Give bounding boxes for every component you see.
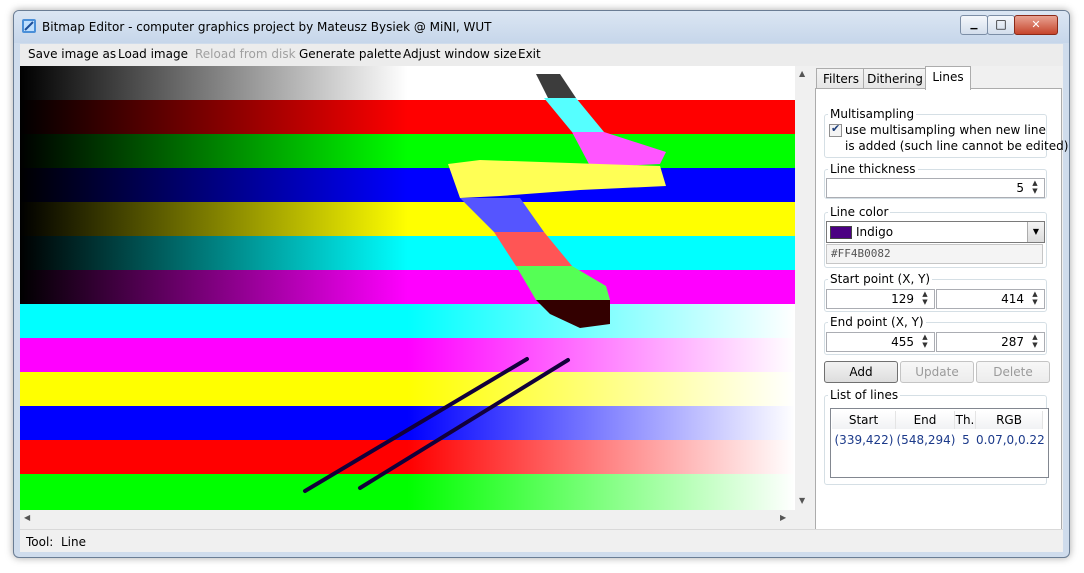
menu-bar: Save image as Load image Reload from dis… (20, 44, 1063, 67)
start-y-spinner-icon[interactable]: ▲ ▼ (1029, 290, 1041, 308)
color-name: Indigo (856, 225, 894, 239)
scroll-right-icon[interactable]: ▶ (780, 513, 786, 522)
end-y-value: 287 (1001, 335, 1024, 349)
start-x-value: 129 (891, 292, 914, 306)
start-y-input[interactable]: 414 ▲ ▼ (936, 289, 1045, 309)
stroke-segment (494, 232, 572, 266)
thickness-title: Line thickness (828, 162, 918, 176)
column-header-end[interactable]: End (896, 411, 955, 429)
start-point-group: Start point (X, Y) 129 ▲ ▼ 414 ▲ ▼ (824, 272, 1047, 312)
vertical-scrollbar[interactable]: ▲ ▼ (795, 66, 812, 510)
stroke-segment (536, 300, 610, 328)
multisampling-group: Multisampling ✔ use multisampling when n… (824, 107, 1068, 158)
delete-button[interactable]: Delete (976, 361, 1050, 383)
color-hex: #FF4B0082 (831, 247, 891, 260)
scroll-down-icon[interactable]: ▼ (799, 496, 805, 505)
stroke-segment (460, 198, 544, 232)
end-x-spinner-icon[interactable]: ▲ ▼ (919, 333, 931, 351)
end-point-group: End point (X, Y) 455 ▲ ▼ 287 ▲ ▼ (824, 315, 1047, 355)
scroll-up-icon[interactable]: ▲ (799, 69, 805, 78)
side-panel: Filters Dithering Lines Multisampling ✔ … (813, 66, 1068, 531)
row-end: (548,294) (896, 433, 956, 447)
app-icon (22, 19, 36, 33)
lines-list-group: List of lines Start End Th. RGB (339,422… (824, 388, 1049, 485)
start-x-input[interactable]: 129 ▲ ▼ (826, 289, 935, 309)
lines-tab-content: Multisampling ✔ use multisampling when n… (815, 88, 1068, 531)
chevron-down-icon[interactable]: ▼ (1027, 222, 1044, 242)
end-point-title: End point (X, Y) (828, 315, 926, 329)
drawn-line[interactable] (358, 358, 570, 490)
color-title: Line color (828, 205, 891, 219)
scroll-corner (795, 510, 812, 527)
row-rgb: 0.07,0,0.22 (976, 433, 1045, 447)
maximize-button[interactable]: □ (987, 15, 1015, 35)
column-header-start[interactable]: Start (832, 411, 896, 429)
thickness-input[interactable]: 5 ▲ ▼ (826, 178, 1045, 198)
lines-list[interactable]: Start End Th. RGB (339,422) (548,294) 5 … (830, 408, 1049, 478)
thickness-value: 5 (1016, 181, 1024, 195)
check-icon: ✔ (831, 122, 841, 135)
status-tool: Line (61, 535, 87, 549)
menu-reload: Reload from disk (195, 47, 296, 61)
stroke-segment (516, 266, 610, 300)
menu-load-image[interactable]: Load image (118, 47, 188, 61)
thickness-spinner-icon[interactable]: ▲ ▼ (1029, 179, 1041, 197)
drawn-line[interactable] (303, 357, 529, 493)
start-y-value: 414 (1001, 292, 1024, 306)
close-icon: ✕ (1031, 18, 1041, 31)
column-header-rgb[interactable]: RGB (976, 411, 1043, 429)
color-select[interactable]: Indigo ▼ (826, 221, 1045, 243)
color-hex-field[interactable]: #FF4B0082 (826, 244, 1043, 264)
tab-lines[interactable]: Lines (925, 66, 971, 90)
window-title: Bitmap Editor - computer graphics projec… (42, 20, 492, 34)
end-y-spinner-icon[interactable]: ▲ ▼ (1029, 333, 1041, 351)
thickness-group: Line thickness 5 ▲ ▼ (824, 162, 1047, 199)
drawn-shapes (303, 74, 666, 493)
start-point-title: Start point (X, Y) (828, 272, 933, 286)
title-bar: Bitmap Editor - computer graphics projec… (14, 11, 1069, 43)
end-x-input[interactable]: 455 ▲ ▼ (826, 332, 935, 352)
multisampling-title: Multisampling (828, 107, 917, 121)
bitmap-canvas[interactable] (20, 66, 795, 510)
end-x-value: 455 (891, 335, 914, 349)
app-window: Bitmap Editor - computer graphics projec… (13, 10, 1070, 558)
menu-generate-palette[interactable]: Generate palette (299, 47, 401, 61)
thick-stroke (448, 74, 666, 328)
minimize-button[interactable]: ▁ (960, 15, 988, 35)
tab-dithering[interactable]: Dithering (863, 68, 927, 89)
row-start: (339,422) (834, 433, 894, 447)
table-row[interactable]: (339,422) (548,294) 5 0.07,0,0.22 (832, 431, 1045, 449)
horizontal-scrollbar[interactable]: ◀ ▶ (20, 510, 795, 527)
stroke-segment (536, 74, 576, 98)
scroll-left-icon[interactable]: ◀ (24, 513, 30, 522)
tab-filters[interactable]: Filters (816, 68, 866, 89)
color-group: Line color Indigo ▼ #FF4B0082 (824, 205, 1047, 268)
menu-adjust-size[interactable]: Adjust window size (403, 47, 517, 61)
stroke-segment (544, 98, 604, 132)
multisampling-label-1: use multisampling when new line (845, 123, 1046, 137)
status-bar: Tool: Line (20, 529, 1063, 552)
add-button[interactable]: Add (824, 361, 898, 383)
stroke-segment (448, 160, 666, 198)
status-label: Tool: (26, 535, 54, 549)
minimize-icon: ▁ (970, 20, 978, 30)
close-button[interactable]: ✕ (1014, 15, 1058, 35)
multisampling-label-2: is added (such line cannot be edited) (845, 139, 1069, 153)
menu-save-image[interactable]: Save image as (28, 47, 116, 61)
update-button[interactable]: Update (900, 361, 974, 383)
color-swatch (830, 226, 852, 239)
menu-exit[interactable]: Exit (518, 47, 541, 61)
maximize-icon: □ (995, 17, 1007, 31)
end-y-input[interactable]: 287 ▲ ▼ (936, 332, 1045, 352)
row-thickness: 5 (962, 433, 970, 447)
lines-list-title: List of lines (828, 388, 901, 402)
client-area: ▲ ▼ ◀ ▶ Filters Dithering Lines Multisam… (20, 66, 1068, 552)
start-x-spinner-icon[interactable]: ▲ ▼ (919, 290, 931, 308)
column-header-thickness[interactable]: Th. (955, 411, 976, 429)
multisampling-checkbox[interactable]: ✔ (829, 122, 842, 137)
